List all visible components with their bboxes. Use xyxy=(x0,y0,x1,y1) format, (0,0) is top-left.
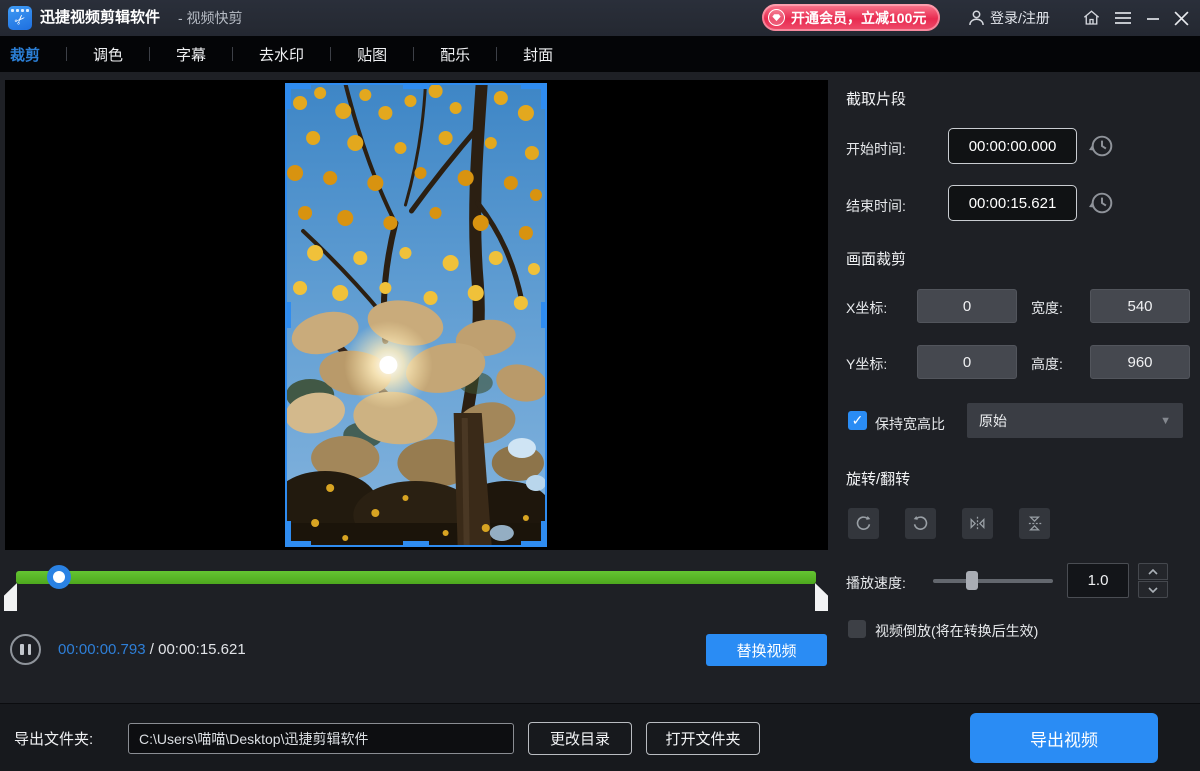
export-path-input[interactable] xyxy=(128,723,514,754)
app-window: ✂ 迅捷视频剪辑软件 - 视频快剪 开通会员，立减100元 登录/注册 xyxy=(0,0,1200,771)
crop-handle-left[interactable] xyxy=(285,302,291,328)
video-frame[interactable] xyxy=(285,83,547,547)
x-coordinate-input[interactable] xyxy=(917,289,1017,323)
playhead-handle[interactable] xyxy=(47,565,71,589)
vip-upgrade-button[interactable]: 开通会员，立减100元 xyxy=(762,4,940,31)
crop-selection-box[interactable] xyxy=(285,83,547,547)
tab-subtitle[interactable]: 字幕 xyxy=(176,44,206,65)
home-icon[interactable] xyxy=(1080,8,1102,28)
trim-start-handle[interactable] xyxy=(4,583,17,611)
pause-icon xyxy=(20,644,24,655)
scissors-icon: ✂ xyxy=(10,10,29,29)
tab-divider xyxy=(496,47,497,61)
tab-divider xyxy=(149,47,150,61)
video-preview-area xyxy=(5,80,828,550)
rotate-counterclockwise-button[interactable] xyxy=(905,508,936,539)
crop-handle-top[interactable] xyxy=(403,83,429,89)
login-register-link[interactable]: 登录/注册 xyxy=(990,0,1050,36)
replace-video-button[interactable]: 替换视频 xyxy=(706,634,827,666)
crop-handle-right[interactable] xyxy=(541,302,547,328)
time-separator: / xyxy=(146,641,159,658)
speed-slider-handle[interactable] xyxy=(966,571,978,590)
pause-button[interactable] xyxy=(10,634,41,665)
flip-vertical-button[interactable] xyxy=(1019,508,1050,539)
timeline-progress-bar[interactable] xyxy=(16,571,816,584)
menu-icon[interactable] xyxy=(1112,8,1134,28)
export-footer: 导出文件夹: 更改目录 打开文件夹 导出视频 xyxy=(0,703,1200,771)
trim-end-handle[interactable] xyxy=(815,583,828,611)
current-time: 00:00:00.793 xyxy=(58,641,146,658)
crop-handle-top-left[interactable] xyxy=(285,83,291,109)
minimize-button[interactable] xyxy=(1142,8,1164,28)
width-label: 宽度: xyxy=(1031,298,1063,318)
start-time-history-button[interactable] xyxy=(1089,133,1115,159)
keep-aspect-ratio-label: 保持宽高比 xyxy=(875,414,945,434)
clip-section-title: 截取片段 xyxy=(846,88,906,109)
change-directory-button[interactable]: 更改目录 xyxy=(528,722,632,755)
end-time-input[interactable] xyxy=(948,185,1077,221)
speed-decrease-button[interactable] xyxy=(1138,581,1168,598)
total-time: 00:00:15.621 xyxy=(158,641,246,658)
start-time-label: 开始时间: xyxy=(846,139,906,159)
speed-slider[interactable] xyxy=(933,579,1053,583)
reverse-video-checkbox[interactable] xyxy=(848,620,866,638)
end-time-label: 结束时间: xyxy=(846,196,906,216)
tab-divider xyxy=(413,47,414,61)
rotate-clockwise-button[interactable] xyxy=(848,508,879,539)
vip-label: 开通会员，立减100元 xyxy=(791,8,926,28)
width-input[interactable] xyxy=(1090,289,1190,323)
aspect-ratio-dropdown[interactable]: 原始 ▼ xyxy=(967,403,1183,438)
export-video-button[interactable]: 导出视频 xyxy=(970,713,1158,763)
tab-sticker[interactable]: 贴图 xyxy=(357,44,387,65)
y-coordinate-label: Y坐标: xyxy=(846,354,887,374)
tab-crop[interactable]: 裁剪 xyxy=(10,44,40,65)
flip-horizontal-button[interactable] xyxy=(962,508,993,539)
keep-aspect-ratio-checkbox[interactable]: ✓ xyxy=(848,411,867,430)
app-logo-icon: ✂ xyxy=(8,6,32,30)
feature-tabbar: 裁剪 调色 字幕 去水印 贴图 配乐 封面 xyxy=(0,36,1200,72)
crop-handle-bottom-right[interactable] xyxy=(541,521,547,547)
speed-increase-button[interactable] xyxy=(1138,563,1168,580)
tab-divider xyxy=(66,47,67,61)
crop-handle-top-right[interactable] xyxy=(541,83,547,109)
pause-icon xyxy=(28,644,32,655)
end-time-history-button[interactable] xyxy=(1089,190,1115,216)
export-folder-label: 导出文件夹: xyxy=(14,728,93,749)
titlebar: ✂ 迅捷视频剪辑软件 - 视频快剪 开通会员，立减100元 登录/注册 xyxy=(0,0,1200,36)
app-subtitle: - 视频快剪 xyxy=(178,0,243,36)
crop-handle-bottom-left[interactable] xyxy=(285,521,291,547)
y-coordinate-input[interactable] xyxy=(917,345,1017,379)
rotate-section-title: 旋转/翻转 xyxy=(846,468,910,489)
start-time-input[interactable] xyxy=(948,128,1077,164)
tab-divider xyxy=(330,47,331,61)
open-folder-button[interactable]: 打开文件夹 xyxy=(646,722,760,755)
height-label: 高度: xyxy=(1031,354,1063,374)
chevron-down-icon: ▼ xyxy=(1160,415,1171,427)
tab-music[interactable]: 配乐 xyxy=(440,44,470,65)
time-display: 00:00:00.793 / 00:00:15.621 xyxy=(58,641,246,658)
speed-value-input[interactable] xyxy=(1067,563,1129,598)
app-title: 迅捷视频剪辑软件 xyxy=(40,0,160,36)
close-button[interactable] xyxy=(1170,8,1192,28)
reverse-video-label: 视频倒放(将在转换后生效) xyxy=(875,621,1038,641)
crop-section-title: 画面裁剪 xyxy=(846,248,906,269)
x-coordinate-label: X坐标: xyxy=(846,298,887,318)
diamond-icon xyxy=(768,9,785,26)
crop-handle-bottom[interactable] xyxy=(403,541,429,547)
user-icon xyxy=(968,9,985,27)
speed-label: 播放速度: xyxy=(846,573,906,593)
tab-color[interactable]: 调色 xyxy=(93,44,123,65)
tab-watermark[interactable]: 去水印 xyxy=(259,44,304,65)
aspect-ratio-value: 原始 xyxy=(979,411,1160,431)
tab-cover[interactable]: 封面 xyxy=(523,44,553,65)
height-input[interactable] xyxy=(1090,345,1190,379)
tab-divider xyxy=(232,47,233,61)
